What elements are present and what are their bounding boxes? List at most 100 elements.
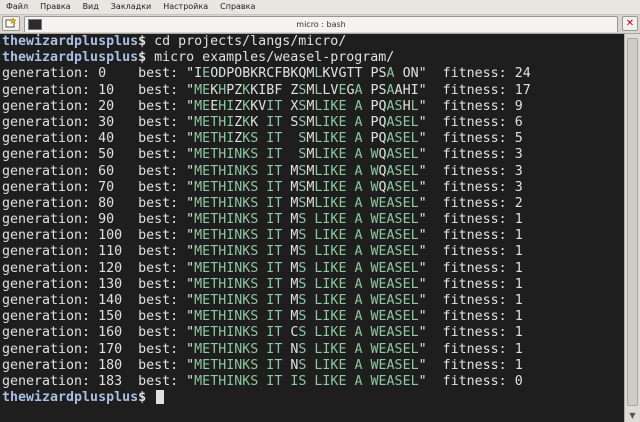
generation-value: 150	[98, 309, 139, 325]
generation-value: 20	[98, 98, 139, 114]
best-string: METHINKS IT NS LIKE A WEASEL	[194, 357, 419, 373]
generation-label: generation:	[2, 373, 99, 389]
best-string: METHINKS IT CS LIKE A WEASEL	[194, 325, 419, 341]
fitness-label: fitness:	[442, 293, 515, 308]
menu-bar: Файл Правка Вид Закладки Настройка Справ…	[0, 0, 640, 15]
fitness-value: 24	[514, 66, 531, 82]
best-label: best: "	[138, 276, 195, 292]
fitness-label: fitness:	[442, 131, 515, 147]
generation-row: generation: 100 best: "METHINKS IT MS LI…	[2, 228, 523, 244]
generation-label: generation:	[2, 147, 99, 163]
fitness-value: 1	[514, 325, 523, 341]
best-string: METHINKS IT MS LIKE A WEASEL	[194, 228, 419, 244]
fitness-label: fitness:	[442, 114, 515, 130]
generation-label: generation:	[2, 82, 99, 98]
best-label: best: "	[138, 325, 195, 341]
generation-value: 180	[98, 357, 139, 373]
best-label: best: "	[138, 66, 195, 82]
menu-edit[interactable]: Правка	[34, 0, 76, 14]
fitness-label: fitness:	[442, 276, 515, 292]
fitness-value: 1	[514, 293, 523, 308]
scroll-thumb[interactable]	[627, 38, 638, 406]
fitness-label: fitness:	[442, 98, 515, 114]
scroll-down-icon[interactable]: ▼	[625, 410, 640, 422]
generation-value: 110	[98, 244, 139, 260]
best-label: best: "	[138, 195, 195, 211]
generation-row: generation: 150 best: "METHINKS IT MS LI…	[2, 309, 523, 325]
terminal-line: thewizardplusplus$ cd projects/langs/mic…	[0, 34, 624, 50]
generation-row: generation: 130 best: "METHINKS IT MS LI…	[2, 276, 523, 292]
tab-session[interactable]: micro : bash	[24, 16, 618, 32]
generation-value: 183	[98, 373, 139, 389]
fitness-label: fitness:	[442, 228, 515, 244]
generation-label: generation:	[2, 244, 99, 260]
menu-help[interactable]: Справка	[214, 0, 261, 14]
menu-view[interactable]: Вид	[77, 0, 105, 14]
fitness-value: 1	[514, 260, 523, 276]
generation-label: generation:	[2, 276, 99, 292]
fitness-label: fitness:	[442, 260, 515, 276]
fitness-label: fitness:	[442, 82, 515, 98]
best-label: best: "	[138, 147, 195, 163]
terminal-output[interactable]: thewizardplusplus$ cd projects/langs/mic…	[0, 34, 624, 422]
generation-row: generation: 50 best: "METHINKS IT SMLIKE…	[2, 147, 523, 163]
best-string: METHINKS IT NS LIKE A WEASEL	[194, 341, 419, 357]
best-string: METHIZKS IT SMLIKE A PQASEL	[194, 131, 419, 147]
generation-row: generation: 10 best: "MEKHPZKKIBF ZSMLLV…	[2, 82, 531, 98]
fitness-value: 1	[514, 228, 523, 244]
fitness-value: 1	[514, 276, 523, 292]
generation-value: 130	[98, 276, 139, 292]
fitness-value: 3	[514, 147, 523, 163]
best-string: MEEHIZKKVIT XSMLIKE A PQASHL	[194, 98, 419, 114]
generation-row: generation: 60 best: "METHINKS IT MSMLIK…	[2, 163, 523, 179]
fitness-label: fitness:	[442, 212, 515, 228]
generation-value: 140	[98, 293, 139, 308]
prompt-user: thewizardplusplus	[2, 390, 139, 406]
fitness-value: 5	[514, 131, 523, 147]
best-string: METHINKS IT MS LIKE A WEASEL	[194, 309, 419, 325]
close-tab-button[interactable]: ✕	[622, 16, 638, 31]
tab-bar: micro : bash ✕	[0, 15, 640, 34]
fitness-value: 1	[514, 341, 523, 357]
best-label: best: "	[138, 260, 195, 276]
best-string: METHINKS IT MS LIKE A WEASEL	[194, 244, 419, 260]
generation-value: 120	[98, 260, 139, 276]
fitness-label: fitness:	[442, 179, 515, 195]
generation-output: generation: 0 best: "IEODPOBKRCFBKQMLKVG…	[0, 66, 624, 390]
best-string: METHINKS IT SMLIKE A WQASEL	[194, 147, 419, 163]
generation-label: generation:	[2, 228, 99, 244]
fitness-value: 1	[514, 309, 523, 325]
best-string: METHINKS IT MSMLIKE A WQASEL	[194, 163, 419, 179]
generation-row: generation: 120 best: "METHINKS IT MS LI…	[2, 260, 523, 276]
generation-row: generation: 160 best: "METHINKS IT CS LI…	[2, 325, 523, 341]
best-string: IEODPOBKRCFBKQMLKVGTT PSA ON	[194, 66, 419, 82]
best-label: best: "	[138, 163, 195, 179]
generation-value: 80	[98, 195, 139, 211]
generation-row: generation: 80 best: "METHINKS IT MSMLIK…	[2, 195, 523, 211]
best-label: best: "	[138, 228, 195, 244]
fitness-value: 3	[514, 163, 523, 179]
menu-settings[interactable]: Настройка	[157, 0, 214, 14]
fitness-label: fitness:	[442, 341, 515, 357]
menu-bookmarks[interactable]: Закладки	[105, 0, 157, 14]
menu-file[interactable]: Файл	[0, 0, 34, 14]
best-string: METHINKS IT MSMLIKE A WEASEL	[194, 195, 419, 211]
scrollbar[interactable]: ▼	[624, 34, 640, 422]
generation-value: 10	[98, 82, 139, 98]
fitness-value: 6	[514, 114, 523, 130]
generation-row: generation: 170 best: "METHINKS IT NS LI…	[2, 341, 523, 357]
generation-row: generation: 40 best: "METHIZKS IT SMLIKE…	[2, 131, 523, 147]
generation-row: generation: 90 best: "METHINKS IT MS LIK…	[2, 212, 523, 228]
generation-row: generation: 70 best: "METHINKS IT MSMLIK…	[2, 179, 523, 195]
generation-label: generation:	[2, 325, 99, 341]
best-label: best: "	[138, 131, 195, 147]
fitness-label: fitness:	[442, 325, 515, 341]
prompt-symbol: $	[138, 390, 147, 406]
generation-label: generation:	[2, 131, 99, 147]
generation-row: generation: 0 best: "IEODPOBKRCFBKQMLKVG…	[2, 66, 531, 82]
command-text: micro examples/weasel-program/	[146, 50, 395, 66]
generation-value: 70	[98, 179, 139, 195]
terminal-line: thewizardplusplus$ micro examples/weasel…	[0, 50, 624, 66]
new-tab-button[interactable]	[2, 16, 20, 31]
generation-label: generation:	[2, 195, 99, 211]
